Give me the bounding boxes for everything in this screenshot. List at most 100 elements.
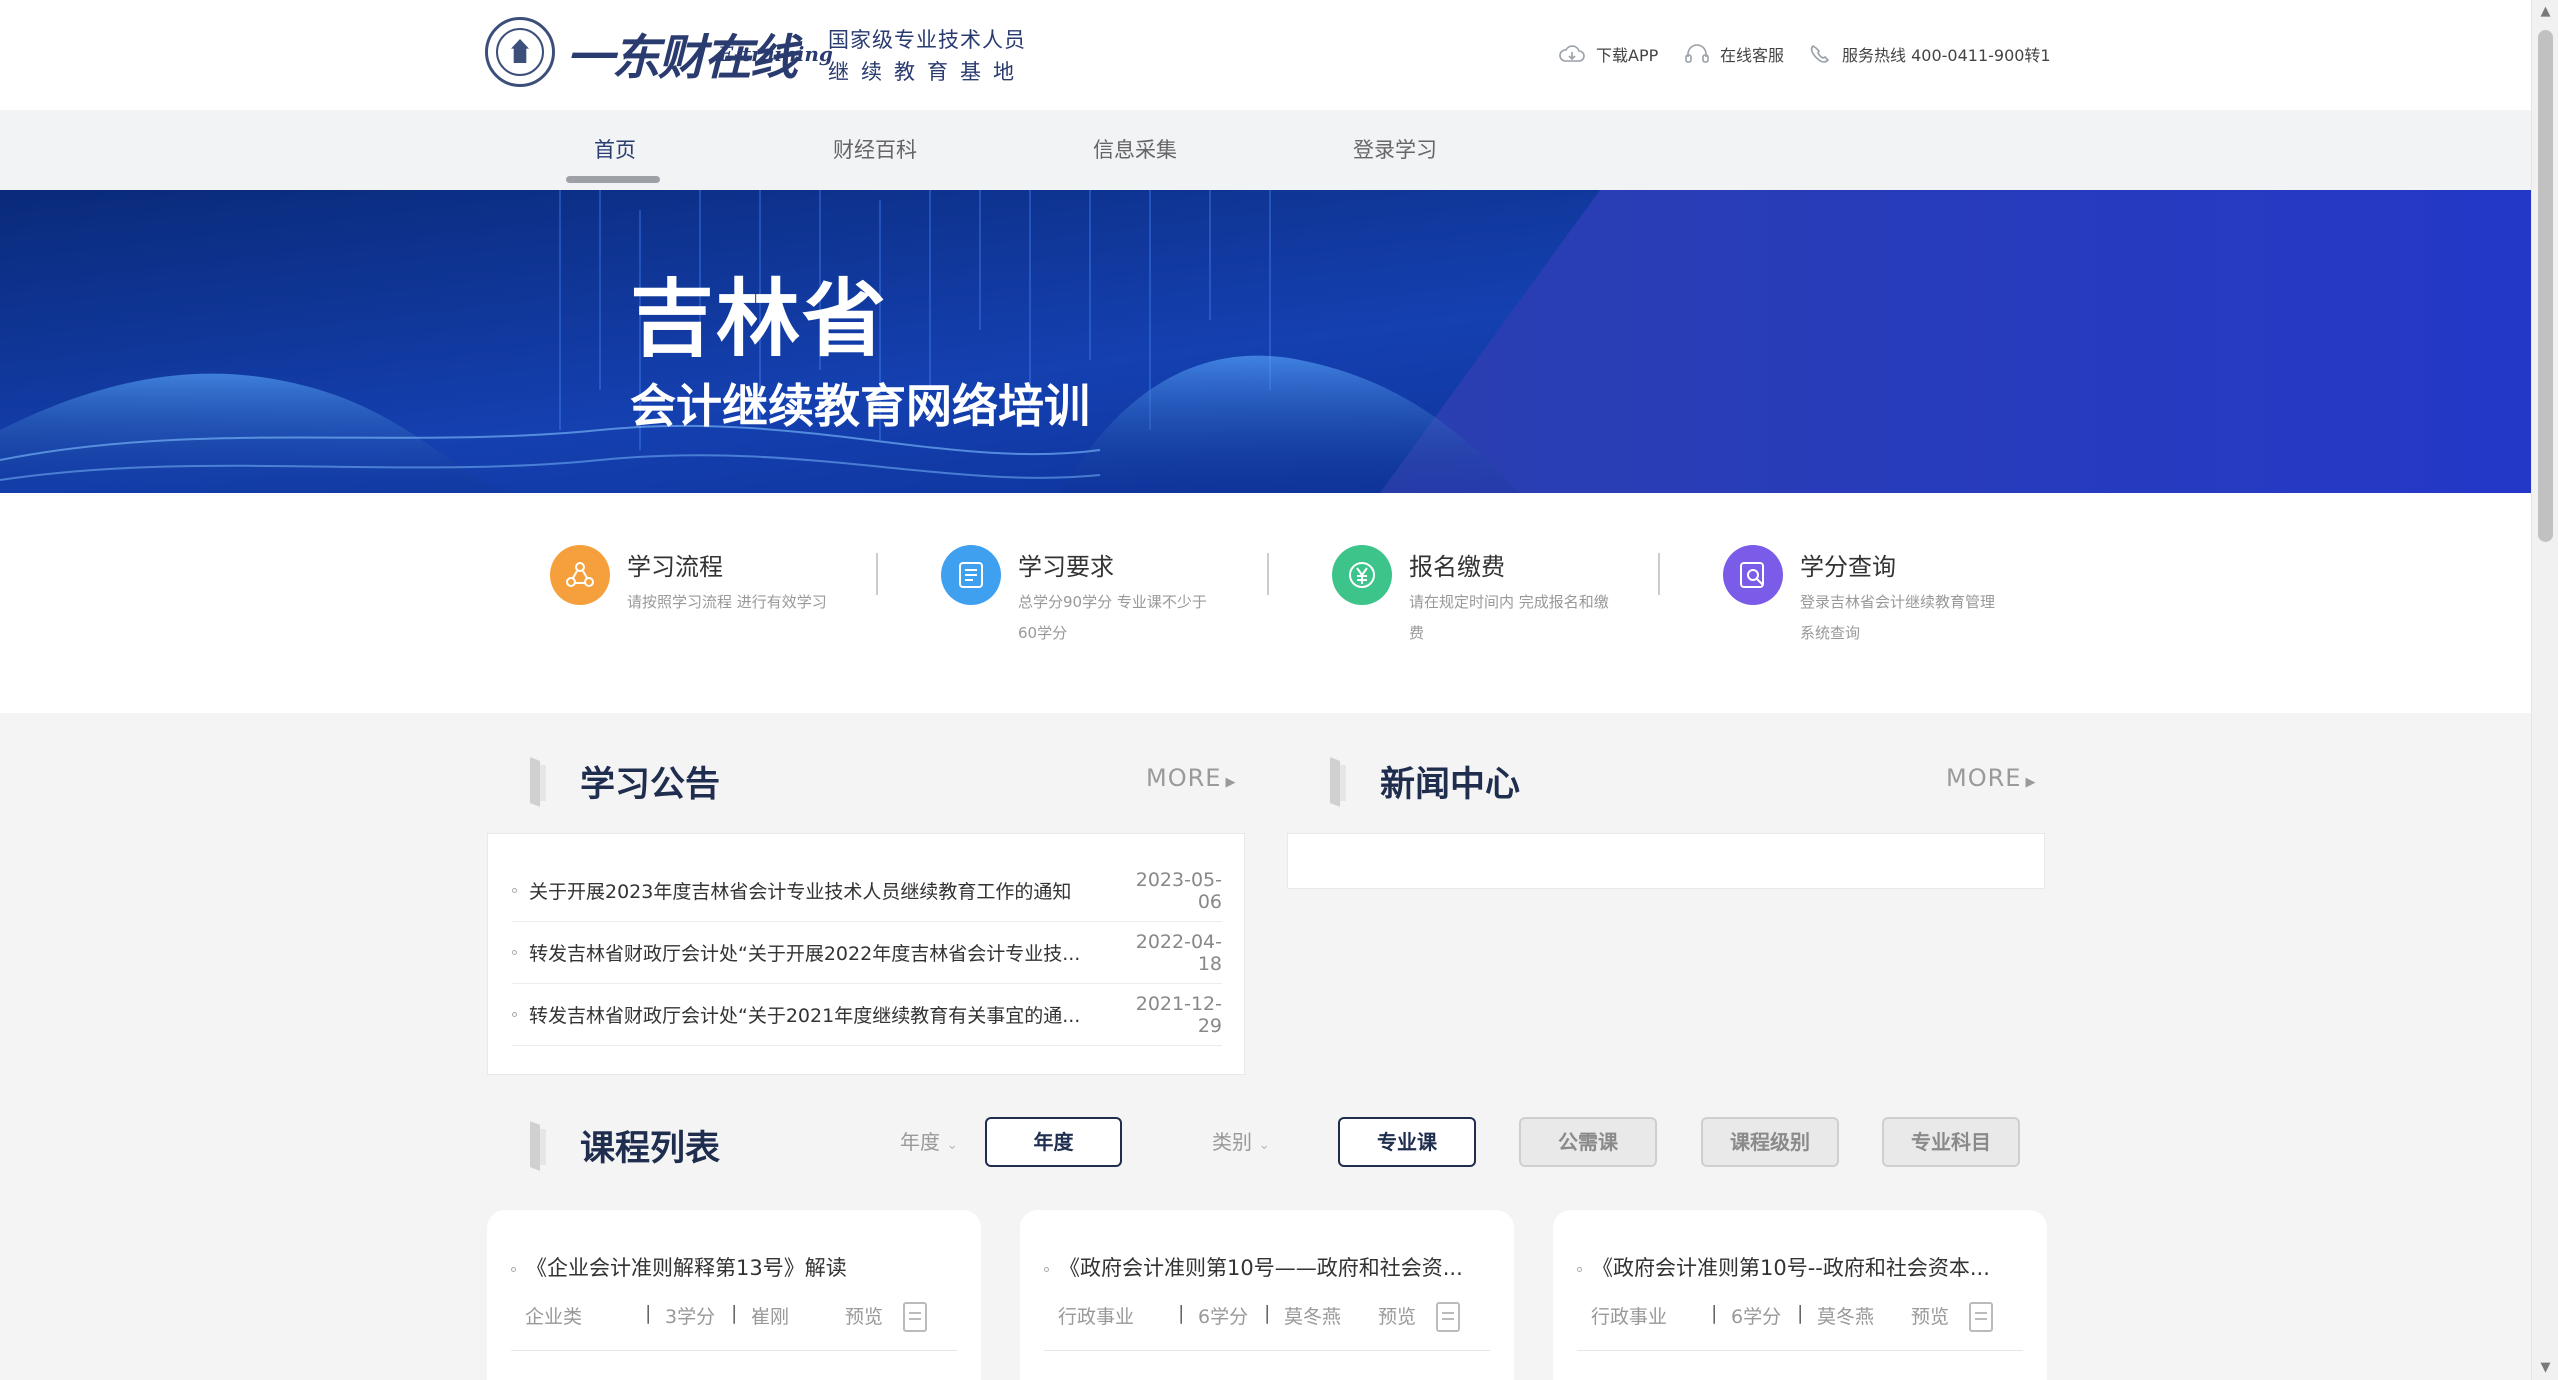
meta-separator: |: [1264, 1302, 1271, 1324]
feature-title: 学习流程: [627, 553, 723, 581]
nav-item-finance-encyclopedia[interactable]: 财经百科: [795, 134, 955, 164]
category-filter-label[interactable]: 类别 ⌄: [1212, 1126, 1270, 1155]
course-teacher: 崔刚: [751, 1306, 790, 1328]
notice-item-title: 关于开展2023年度吉林省会计专业技术人员继续教育工作的通知: [529, 881, 1072, 903]
course-card-title-row: 《企业会计准则解释第13号》解读: [511, 1252, 951, 1282]
meta-separator: |: [645, 1302, 652, 1324]
meta-separator: |: [1797, 1302, 1804, 1324]
bullet-icon: [512, 1012, 517, 1017]
notice-item-date: 2023-05-06: [1135, 868, 1222, 913]
bullet-icon: [512, 950, 517, 955]
feature-desc: 请在规定时间内 完成报名和缴费: [1409, 593, 1609, 642]
feature-desc: 请按照学习流程 进行有效学习: [627, 593, 827, 611]
course-credits: 6学分: [1731, 1306, 1782, 1328]
notice-item[interactable]: 转发吉林省财政厅会计处“关于开展2022年度吉林省会计专业技... 2022-0…: [512, 922, 1222, 984]
course-teacher: 莫冬燕: [1817, 1306, 1875, 1328]
feature-registration-payment[interactable]: 报名缴费 请在规定时间内 完成报名和缴费: [1332, 545, 1662, 655]
preview-link[interactable]: 预览: [1911, 1302, 1949, 1329]
notice-title: 学习公告: [580, 765, 721, 805]
triangle-right-icon: ▶: [2025, 775, 2037, 790]
feature-credit-query[interactable]: 学分查询 登录吉林省会计继续教育管理系统查询: [1723, 545, 2053, 655]
filter-public-course[interactable]: 公需课: [1519, 1117, 1657, 1167]
preview-doc-icon[interactable]: [1969, 1302, 1993, 1332]
chevron-down-icon: ⌄: [946, 1137, 959, 1153]
headset-icon: [1685, 44, 1709, 63]
triangle-right-icon: ▶: [1225, 775, 1237, 790]
course-type: 企业类: [525, 1306, 583, 1328]
course-credits: 3学分: [665, 1306, 716, 1328]
filter-professional-course[interactable]: 专业课: [1338, 1117, 1476, 1167]
year-filter-label[interactable]: 年度 ⌄: [900, 1126, 958, 1155]
search-doc-icon: [1723, 545, 1783, 605]
card-divider: [511, 1350, 957, 1351]
course-section-head: 课程列表: [530, 1120, 720, 1171]
yuan-icon: [1332, 545, 1392, 605]
hotline: 服务热线 400-0411-900转1: [1808, 42, 2051, 66]
nav-active-indicator: [566, 176, 660, 183]
bullet-icon: [511, 1266, 516, 1272]
notice-list: 关于开展2023年度吉林省会计专业技术人员继续教育工作的通知 2023-05-0…: [487, 833, 1245, 1075]
year-select[interactable]: 年度: [985, 1117, 1122, 1167]
meta-separator: |: [731, 1302, 738, 1324]
filter-professional-subject[interactable]: 专业科目: [1882, 1117, 2020, 1167]
course-title: 课程列表: [580, 1129, 721, 1169]
year-label-text: 年度: [900, 1130, 940, 1154]
phone-icon: [1810, 44, 1830, 63]
page-scrollbar[interactable]: ▲ ▼: [2531, 0, 2558, 1380]
feature-divider: [1267, 553, 1269, 595]
banner-title: 吉林省: [630, 270, 889, 368]
course-card-title-row: 《政府会计准则第10号——政府和社会资...: [1044, 1252, 1484, 1282]
feature-study-process[interactable]: 学习流程 请按照学习流程 进行有效学习: [550, 545, 880, 655]
feature-study-requirements[interactable]: 学习要求 总学分90学分 专业课不少于60学分: [941, 545, 1271, 655]
nav-item-info-collection[interactable]: 信息采集: [1055, 134, 1215, 164]
notice-more-link[interactable]: MORE ▶: [1146, 764, 1236, 792]
bullet-icon: [512, 888, 517, 893]
course-type: 行政事业: [1058, 1306, 1135, 1328]
preview-doc-icon[interactable]: [1436, 1302, 1460, 1332]
scroll-down-icon[interactable]: ▼: [2532, 1356, 2558, 1380]
chevron-down-icon: ⌄: [1258, 1137, 1271, 1153]
meta-separator: |: [1178, 1302, 1185, 1324]
brand-logo-sub: E-training: [718, 42, 833, 66]
banner-subtitle: 会计继续教育网络培训: [630, 379, 1090, 433]
document-icon: [941, 545, 1001, 605]
scroll-up-icon[interactable]: ▲: [2532, 0, 2558, 24]
course-card-meta: 行政事业 | 6学分 | 莫冬燕 预览: [1591, 1302, 2031, 1332]
scrollbar-thumb[interactable]: [2538, 30, 2553, 542]
hotline-label: 服务热线 400-0411-900转1: [1842, 46, 2051, 65]
section-marker: [530, 759, 548, 805]
news-more-link[interactable]: MORE ▶: [1946, 764, 2036, 792]
more-label: MORE: [1146, 764, 1222, 792]
notice-item-date: 2022-04-18: [1135, 930, 1222, 975]
course-card-title: 《政府会计准则第10号——政府和社会资...: [1059, 1256, 1463, 1280]
main-nav: 首页 财经百科 信息采集 登录学习: [0, 110, 2531, 190]
meta-separator: |: [1711, 1302, 1718, 1324]
university-seal-logo[interactable]: [485, 17, 555, 87]
preview-link[interactable]: 预览: [845, 1302, 883, 1329]
course-card[interactable]: 《政府会计准则第10号--政府和社会资本... 行政事业 | 6学分 | 莫冬燕…: [1553, 1210, 2047, 1380]
section-marker: [1330, 759, 1348, 805]
notice-item[interactable]: 转发吉林省财政厅会计处“关于2021年度继续教育有关事宜的通... 2021-1…: [512, 984, 1222, 1046]
nav-item-login-study[interactable]: 登录学习: [1315, 134, 1475, 164]
notice-item-title: 转发吉林省财政厅会计处“关于开展2022年度吉林省会计专业技...: [529, 943, 1081, 965]
notice-item-title: 转发吉林省财政厅会计处“关于2021年度继续教育有关事宜的通...: [529, 1005, 1081, 1027]
course-card[interactable]: 《政府会计准则第10号——政府和社会资... 行政事业 | 6学分 | 莫冬燕 …: [1020, 1210, 1514, 1380]
nav-item-home[interactable]: 首页: [535, 134, 695, 164]
download-app-link[interactable]: 下载APP: [1558, 42, 1658, 66]
course-card[interactable]: 《企业会计准则解释第13号》解读 企业类 | 3学分 | 崔刚 预览: [487, 1210, 981, 1380]
course-card-title: 《政府会计准则第10号--政府和社会资本...: [1592, 1256, 1990, 1280]
online-service-link[interactable]: 在线客服: [1684, 42, 1784, 66]
feature-title: 学习要求: [1018, 553, 1114, 581]
slogan-line-1: 国家级专业技术人员: [828, 28, 1026, 52]
notice-item[interactable]: 关于开展2023年度吉林省会计专业技术人员继续教育工作的通知 2023-05-0…: [512, 860, 1222, 922]
course-credits: 6学分: [1198, 1306, 1249, 1328]
course-teacher: 莫冬燕: [1284, 1306, 1342, 1328]
preview-doc-icon[interactable]: [903, 1302, 927, 1332]
notice-section-head: 学习公告: [530, 756, 720, 807]
feature-title: 报名缴费: [1409, 553, 1505, 581]
feature-divider: [876, 553, 878, 595]
filter-course-level[interactable]: 课程级别: [1701, 1117, 1839, 1167]
preview-link[interactable]: 预览: [1378, 1302, 1416, 1329]
bullet-icon: [1577, 1266, 1582, 1272]
section-marker: [530, 1123, 548, 1169]
